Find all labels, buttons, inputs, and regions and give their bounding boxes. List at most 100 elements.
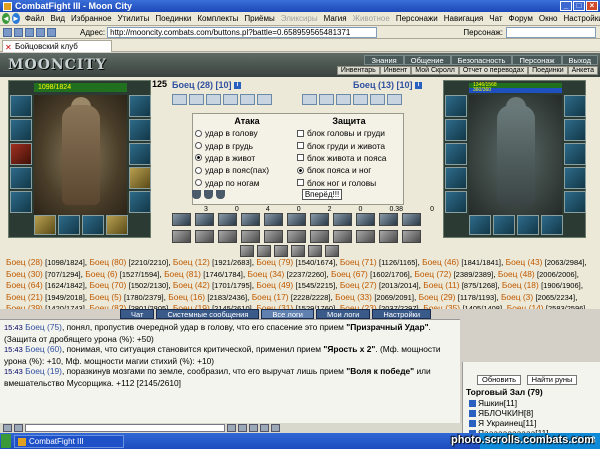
scroll-icon[interactable] [319, 94, 334, 105]
equip-slot[interactable] [445, 119, 467, 141]
roster-fighter[interactable]: Боец (67) [1602/1706] [331, 269, 410, 279]
smiles-icon[interactable] [3, 424, 12, 432]
equip-slot[interactable] [564, 191, 586, 213]
menu-duels[interactable]: Поединки [152, 14, 194, 23]
subnav-inventory[interactable]: Инвентарь [336, 66, 380, 75]
skill-icon[interactable] [218, 213, 237, 226]
roster-fighter[interactable]: Боец (12) [1921/2683] [173, 257, 252, 267]
chat-author[interactable]: Боец (60) [25, 344, 62, 354]
right-fighter-link[interactable]: Боец (13) [10] i [353, 80, 422, 90]
attack-radio[interactable] [195, 179, 202, 187]
block-radio[interactable] [297, 166, 304, 174]
menu-navigation[interactable]: Навигация [441, 14, 487, 23]
equip-slot[interactable] [445, 167, 467, 189]
equip-slot[interactable] [129, 143, 151, 165]
equip-slot[interactable] [10, 191, 32, 213]
attack-legs-option[interactable]: удар по ногам [195, 177, 299, 189]
sound-icon[interactable] [260, 424, 269, 432]
roster-fighter[interactable]: Боец (28) [1098/1824] [6, 257, 85, 267]
clear-icon[interactable] [14, 424, 23, 432]
nav-knowledge[interactable]: Знания [364, 55, 404, 65]
persona-input[interactable] [506, 26, 596, 38]
roster-fighter[interactable]: Боец (30) [707/1294] [6, 269, 81, 279]
scroll-icon[interactable] [370, 94, 385, 105]
skill-icon[interactable] [325, 245, 339, 257]
nav-communication[interactable]: Общение [403, 55, 451, 65]
roster-fighter[interactable]: Боец (72) [2389/2389] [414, 269, 493, 279]
block-radio[interactable] [297, 179, 304, 187]
subnav-duels[interactable]: Поединки [528, 66, 568, 75]
roster-fighter[interactable]: Боец (3) [2065/2234] [501, 292, 575, 302]
roster-fighter[interactable]: Боец (49) [1545/2215] [256, 280, 335, 290]
skill-icon[interactable] [257, 245, 271, 257]
block-radio[interactable] [297, 154, 304, 162]
roster-fighter[interactable]: Боец (42) [1701/1795] [173, 280, 252, 290]
tab-my-logs[interactable]: Мои логи [315, 309, 371, 319]
skill-icon[interactable] [379, 230, 398, 243]
scroll-icon[interactable] [353, 94, 368, 105]
roster-fighter[interactable]: Боец (33) [2069/2091] [335, 292, 414, 302]
home-icon[interactable] [3, 27, 12, 37]
block-radio[interactable] [297, 129, 304, 137]
skill-icon[interactable] [195, 213, 214, 226]
menu-file[interactable]: Файл [22, 14, 48, 23]
equip-slot[interactable] [34, 215, 56, 235]
skill-icon[interactable] [287, 213, 306, 226]
skill-icon[interactable] [218, 230, 237, 243]
skill-icon[interactable] [333, 230, 352, 243]
equip-slot[interactable] [129, 119, 151, 141]
menu-settings[interactable]: Настройки [560, 14, 600, 23]
equip-slot[interactable] [106, 215, 128, 235]
skill-icon[interactable] [172, 213, 191, 226]
attack-groin-option[interactable]: удар в пояс(пах) [195, 164, 299, 176]
chat-input[interactable] [25, 424, 225, 432]
roster-fighter[interactable]: Боец (81) [1746/1784] [164, 269, 243, 279]
equip-slot[interactable] [445, 191, 467, 213]
equip-slot[interactable] [564, 143, 586, 165]
equip-slot[interactable] [82, 215, 104, 235]
skill-icon[interactable] [172, 230, 191, 243]
equip-slot[interactable] [564, 95, 586, 117]
subnav-transfers[interactable]: Отчет о переводах [458, 66, 529, 75]
refresh-icon[interactable] [14, 27, 23, 37]
filter-icon[interactable] [238, 424, 247, 432]
roster-fighter[interactable]: Боец (29) [1178/1193] [419, 292, 497, 302]
skill-icon[interactable] [333, 213, 352, 226]
roster-fighter[interactable]: Боец (18) [1906/1906] [502, 280, 581, 290]
left-fighter-link[interactable]: Боец (28) [10] i [172, 80, 242, 90]
menu-animal[interactable]: Животное [350, 14, 393, 23]
equip-slot[interactable] [564, 167, 586, 189]
forward-icon[interactable]: ► [11, 13, 20, 24]
equip-slot[interactable] [445, 95, 467, 117]
equip-slot[interactable] [129, 191, 151, 213]
subnav-invent[interactable]: Инвент [379, 66, 412, 75]
translit-icon[interactable] [249, 424, 258, 432]
equip-slot[interactable] [58, 215, 80, 235]
skill-icon[interactable] [402, 230, 421, 243]
menu-magic[interactable]: Магия [321, 14, 350, 23]
menu-window[interactable]: Окно [536, 14, 561, 23]
mail-icon[interactable] [47, 27, 56, 37]
menu-view[interactable]: Вид [48, 14, 68, 23]
scroll-icon[interactable] [257, 94, 272, 105]
roster-fighter[interactable]: Боец (21) [1949/2018] [6, 292, 85, 302]
back-icon[interactable]: ◄ [2, 13, 10, 24]
tab-all-logs[interactable]: Все логи [261, 309, 314, 319]
stop-icon[interactable] [25, 27, 34, 37]
roster-fighter[interactable]: Боец (48) [2006/2006] [498, 269, 577, 279]
menu-forum[interactable]: Форум [506, 14, 536, 23]
skill-icon[interactable] [308, 245, 322, 257]
skill-icon[interactable] [241, 213, 260, 226]
equip-slot[interactable] [129, 167, 151, 189]
chat-author[interactable]: Боец (75) [25, 322, 62, 332]
roster-fighter[interactable]: Боец (46) [1841/1841] [422, 257, 501, 267]
close-tab-icon[interactable]: ✕ [5, 42, 12, 53]
scroll-icon[interactable] [336, 94, 351, 105]
scroll-icon[interactable] [387, 94, 402, 105]
menu-utilities[interactable]: Утилиты [115, 14, 153, 23]
tab-chat[interactable]: Чат [120, 309, 155, 319]
menu-tricks[interactable]: Приёмы [241, 14, 277, 23]
nav-security[interactable]: Безопасность [450, 55, 513, 65]
block-belly-waist-option[interactable]: блок живота и пояса [297, 152, 401, 164]
block-waist-legs-option[interactable]: блок пояса и ног [297, 164, 401, 176]
